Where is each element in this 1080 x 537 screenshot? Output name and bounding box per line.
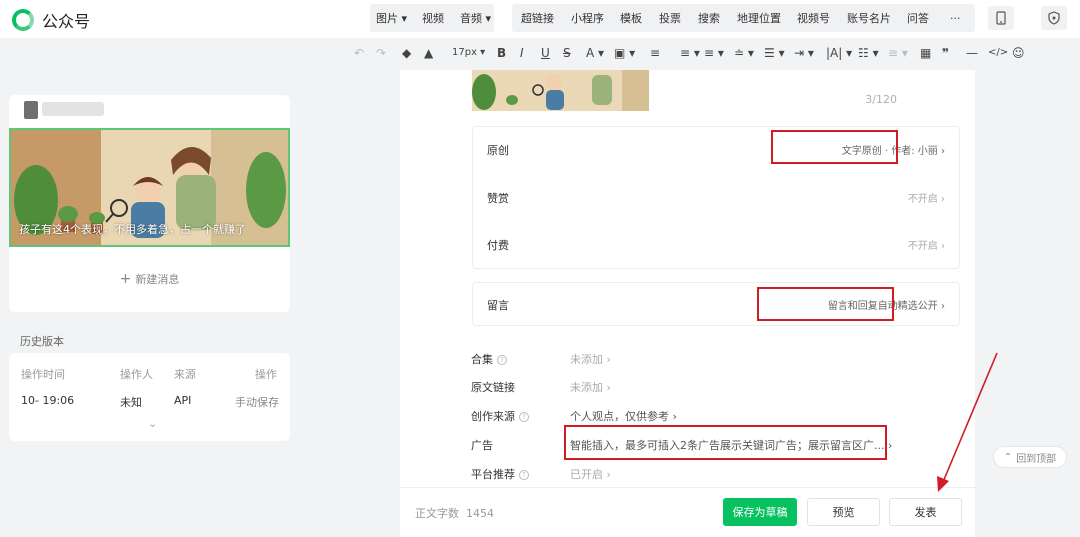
article-cover-thumbnail[interactable]: 孩子有这4个表现，不用多着急，占一个就赚了 (9, 128, 290, 247)
title-counter: 3/120 (865, 93, 897, 106)
divider-icon[interactable]: — (966, 46, 978, 60)
history-source: API (174, 394, 192, 407)
tool-account-card[interactable]: 账号名片 (847, 9, 891, 29)
back-to-top-button[interactable]: ⌃ 回到顶部 (993, 446, 1067, 468)
more-tools-button[interactable]: ··· (950, 9, 961, 29)
history-header-time: 操作时间 (21, 368, 65, 381)
publish-settings-panel: 3/120 原创 文字原创 · 作者: 小丽 › 赞赏 不开启 › 付费 不开启… (400, 70, 975, 537)
help-icon[interactable]: ? (519, 470, 529, 480)
highlight-ads (564, 425, 887, 460)
emoji-icon[interactable]: ☺ (1012, 46, 1025, 60)
highlight-comment (757, 287, 894, 321)
paid-value[interactable]: 不开启 › (908, 237, 945, 252)
tool-template[interactable]: 模板 (620, 9, 642, 29)
history-card: 操作时间 操作人 来源 操作 10- 19:06 未知 API 手动保存 ⌄ (9, 353, 290, 441)
collection-label: 合集? (471, 351, 507, 367)
quote-icon[interactable]: ❞ (942, 46, 949, 60)
reward-value[interactable]: 不开启 › (908, 190, 945, 205)
table-icon[interactable]: ▦ (920, 46, 931, 60)
app-title: 公众号 (42, 12, 91, 31)
mobile-preview-icon[interactable] (988, 6, 1014, 30)
source-link-label: 原文链接 (471, 381, 515, 394)
history-header-source: 来源 (174, 368, 196, 381)
indent-icon[interactable]: ⇥ ▾ (794, 46, 814, 60)
align-right-icon[interactable]: ≐ ▾ (734, 46, 754, 60)
ads-label: 广告 (471, 439, 493, 452)
history-header-operator: 操作人 (120, 368, 153, 381)
more-format-icon[interactable]: ≡ ▾ (888, 46, 908, 60)
article-list-card: 孩子有这4个表现，不用多着急，占一个就赚了 + 新建消息 (9, 95, 290, 312)
redo-icon[interactable]: ↷ (376, 46, 386, 60)
comment-label: 留言 (487, 299, 509, 312)
background-color-icon[interactable]: ▣ ▾ (614, 46, 635, 60)
font-color-icon[interactable]: A ▾ (586, 46, 604, 60)
tool-miniprogram[interactable]: 小程序 (571, 9, 604, 29)
italic-icon[interactable]: I (520, 46, 524, 60)
new-message-button[interactable]: + 新建消息 (9, 271, 290, 287)
insert-audio-menu[interactable]: 音频 ▾ (460, 9, 491, 29)
align-justify-icon[interactable]: ≡ ▾ (704, 46, 724, 60)
code-icon[interactable]: </> (988, 47, 1008, 58)
original-label: 原创 (487, 144, 509, 157)
plus-icon: + (119, 271, 132, 287)
letter-spacing-icon[interactable]: |A| ▾ (826, 46, 852, 60)
tool-vote[interactable]: 投票 (659, 9, 681, 29)
paid-label: 付费 (487, 239, 509, 252)
tool-qa[interactable]: 问答 (907, 9, 929, 29)
underline-icon[interactable]: U (541, 46, 550, 60)
account-avatar (24, 101, 38, 119)
collection-value[interactable]: 未添加 › (570, 351, 611, 367)
recommend-value[interactable]: 已开启 › (570, 466, 611, 482)
publish-button[interactable]: 发表 (889, 498, 962, 526)
format-toolbar: ↶ ↷ ◆ ▲ 17px ▾ B I U S A ▾ ▣ ▾ ≡ ≡ ▾ ≡ ▾… (350, 42, 1050, 68)
recommend-label: 平台推荐? (471, 466, 529, 482)
history-title: 历史版本 (20, 335, 64, 348)
undo-icon[interactable]: ↶ (354, 46, 364, 60)
format-brush-icon[interactable]: ◆ (402, 46, 411, 60)
font-size-select[interactable]: 17px ▾ (452, 47, 485, 58)
double-chevron-up-icon: ⌃ (1003, 451, 1013, 463)
chevron-down-icon[interactable]: ⌄ (148, 417, 157, 430)
insert-image-menu[interactable]: 图片 ▾ (376, 9, 407, 29)
history-action[interactable]: 手动保存 (235, 394, 279, 410)
align-left-icon[interactable]: ≡ (650, 46, 660, 60)
cover-preview-image (472, 70, 649, 111)
logo[interactable]: 公众号 (12, 8, 90, 32)
history-operator: 未知 (120, 396, 142, 409)
top-bar: 公众号 图片 ▾ 视频 音频 ▾ 超链接 小程序 模板 投票 搜索 地理位置 视… (0, 0, 1080, 38)
article-caption: 孩子有这4个表现，不用多着急，占一个就赚了 (19, 223, 246, 236)
insert-video-menu[interactable]: 视频 (422, 9, 444, 29)
list-icon[interactable]: ☷ ▾ (858, 46, 879, 60)
help-icon[interactable]: ? (519, 412, 529, 422)
shield-icon[interactable] (1041, 6, 1067, 30)
account-name-blurred (42, 102, 104, 116)
editor-footer: 正文字数 1454 保存为草稿 预览 发表 (400, 487, 975, 537)
history-time: 10- 19:06 (21, 394, 75, 407)
preview-button[interactable]: 预览 (807, 498, 880, 526)
tool-location[interactable]: 地理位置 (737, 9, 781, 29)
clear-format-icon[interactable]: ▲ (424, 46, 433, 60)
history-header-action: 操作 (255, 368, 277, 381)
word-count: 正文字数 1454 (415, 507, 494, 520)
bold-icon[interactable]: B (497, 46, 506, 60)
help-icon[interactable]: ? (497, 355, 507, 365)
line-height-icon[interactable]: ☰ ▾ (764, 46, 785, 60)
source-link-value[interactable]: 未添加 › (570, 379, 611, 395)
reward-label: 赞赏 (487, 192, 509, 205)
tool-search[interactable]: 搜索 (698, 9, 720, 29)
tool-link[interactable]: 超链接 (521, 9, 554, 29)
align-center-icon[interactable]: ≡ ▾ (680, 46, 700, 60)
highlight-original (771, 130, 898, 164)
wechat-official-logo-icon (12, 9, 34, 31)
tool-channels[interactable]: 视频号 (797, 9, 830, 29)
strikethrough-icon[interactable]: S (563, 46, 571, 60)
creation-source-label: 创作来源? (471, 408, 529, 424)
creation-source-value[interactable]: 个人观点，仅供参考 › (570, 408, 677, 424)
save-draft-button[interactable]: 保存为草稿 (723, 498, 797, 526)
